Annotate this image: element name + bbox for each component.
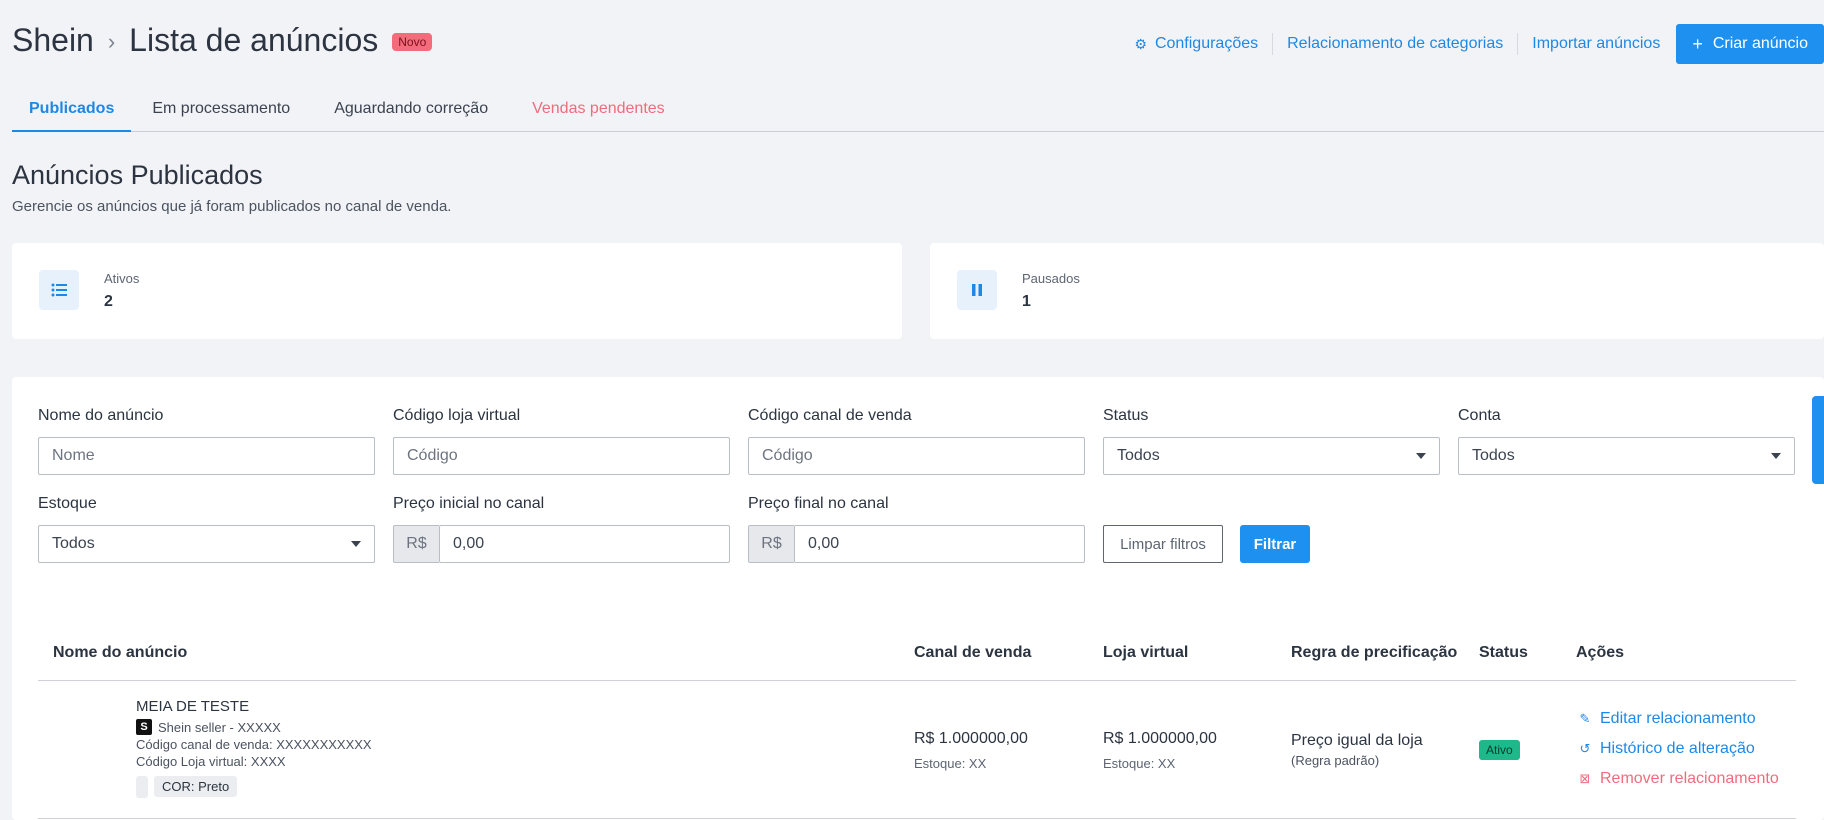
channel-price-cell: R$ 1.000000,00 Estoque: XX: [914, 730, 1028, 771]
chevron-down-icon: [1771, 453, 1781, 459]
clear-filters-button[interactable]: Limpar filtros: [1103, 525, 1223, 563]
gear-icon: ⚙: [1134, 35, 1147, 52]
status-cell: Ativo: [1479, 740, 1520, 760]
category-relation-label: Relacionamento de categorias: [1287, 35, 1504, 52]
import-label: Importar anúncios: [1532, 35, 1661, 52]
table-row-product: MEIA DE TESTE S Shein seller - XXXXX Cód…: [136, 698, 372, 798]
account-select[interactable]: Todos: [1458, 437, 1795, 475]
price-min-input[interactable]: 0,00: [439, 525, 730, 563]
stat-card-paused: Pausados 1: [930, 243, 1824, 339]
pricing-rule-note: (Regra padrão): [1291, 753, 1380, 768]
create-ad-label: Criar anúncio: [1712, 35, 1808, 52]
section-title: Anúncios Publicados: [12, 160, 263, 190]
remove-relation-action[interactable]: ⊠ Remover relacionamento: [1578, 764, 1779, 794]
tab-aguardando-correcao[interactable]: Aguardando correção: [317, 92, 505, 132]
settings-link[interactable]: ⚙ Configurações: [1120, 33, 1274, 55]
tab-vendas-pendentes[interactable]: Vendas pendentes: [515, 92, 682, 132]
stat-value: 1: [1022, 293, 1031, 310]
edit-relation-label: Editar relacionamento: [1600, 710, 1756, 727]
currency-prefix: R$: [748, 525, 794, 563]
chevron-down-icon: [351, 541, 361, 547]
store-code-input[interactable]: Código: [393, 437, 730, 475]
pause-icon: [957, 270, 997, 310]
store-price: R$ 1.000000,00: [1103, 730, 1217, 747]
history-action[interactable]: ↺ Histórico de alteração: [1578, 734, 1779, 764]
create-ad-button[interactable]: + Criar anúncio: [1676, 24, 1824, 64]
column-header-actions: Ações: [1576, 644, 1625, 661]
breadcrumb-separator: ›: [107, 29, 116, 54]
column-header-store: Loja virtual: [1103, 644, 1189, 661]
seller-line: S Shein seller - XXXXX: [136, 719, 372, 735]
edit-icon: ✎: [1579, 711, 1591, 726]
stat-card-active: Ativos 2: [12, 243, 902, 339]
seller-badge: S: [136, 719, 152, 735]
breadcrumb-root[interactable]: Shein: [12, 22, 94, 59]
filter-price-max-label: Preço final no canal: [748, 495, 889, 512]
unlink-icon: ⊠: [1579, 771, 1591, 786]
channel-price: R$ 1.000000,00: [914, 730, 1028, 747]
pricing-rule-cell: Preço igual da loja (Regra padrão): [1291, 732, 1423, 768]
store-price-cell: R$ 1.000000,00 Estoque: XX: [1103, 730, 1217, 771]
store-code: Código Loja virtual: XXXX: [136, 754, 286, 769]
import-link[interactable]: Importar anúncios: [1518, 33, 1674, 55]
page-title: Lista de anúncios: [129, 21, 379, 58]
filter-price-min-label: Preço inicial no canal: [393, 495, 545, 512]
category-relation-link[interactable]: Relacionamento de categorias: [1273, 33, 1519, 55]
filter-channel-code-label: Código canal de venda: [748, 407, 912, 424]
stat-label: Ativos: [104, 271, 140, 286]
channel-code-input[interactable]: Código: [748, 437, 1085, 475]
price-max-input[interactable]: 0,00: [794, 525, 1085, 563]
column-header-status: Status: [1479, 644, 1528, 661]
stat-value: 2: [104, 293, 113, 310]
product-name: MEIA DE TESTE: [136, 698, 250, 715]
channel-code: Código canal de venda: XXXXXXXXXXX: [136, 737, 372, 752]
tab-bar: Publicados Em processamento Aguardando c…: [12, 92, 1824, 132]
variant-chips: COR: Preto: [136, 776, 372, 798]
tab-em-processamento[interactable]: Em processamento: [135, 92, 307, 132]
channel-stock: Estoque: XX: [914, 756, 987, 771]
history-icon: ↺: [1579, 741, 1591, 756]
chevron-down-icon: [1416, 453, 1426, 459]
column-header-name: Nome do anúncio: [53, 644, 188, 661]
settings-label: Configurações: [1154, 35, 1259, 52]
filter-stock-label: Estoque: [38, 495, 97, 512]
edit-relation-action[interactable]: ✎ Editar relacionamento: [1578, 704, 1779, 734]
tab-publicados[interactable]: Publicados: [12, 92, 132, 132]
table-divider: [38, 818, 1796, 819]
store-stock: Estoque: XX: [1103, 756, 1176, 771]
variant-chip: COR: Preto: [154, 776, 238, 798]
remove-relation-label: Remover relacionamento: [1600, 770, 1779, 787]
name-input[interactable]: Nome: [38, 437, 375, 475]
scrollbar-handle[interactable]: [1812, 396, 1824, 484]
variant-chip-empty: [136, 776, 148, 798]
filter-name-label: Nome do anúncio: [38, 407, 164, 424]
filter-button[interactable]: Filtrar: [1240, 525, 1310, 563]
plus-icon: +: [1692, 33, 1703, 54]
seller-name: Shein seller - XXXXX: [158, 719, 281, 735]
pricing-rule: Preço igual da loja: [1291, 732, 1423, 749]
stat-label: Pausados: [1022, 271, 1080, 286]
filter-status-label: Status: [1103, 407, 1149, 424]
column-header-pricing-rule: Regra de precificação: [1291, 644, 1458, 661]
stock-select[interactable]: Todos: [38, 525, 375, 563]
filter-account-label: Conta: [1458, 407, 1501, 424]
status-select-value: Todos: [1117, 447, 1160, 464]
list-icon: [39, 270, 79, 310]
status-select[interactable]: Todos: [1103, 437, 1440, 475]
header-actions: ⚙ Configurações Relacionamento de catego…: [1120, 24, 1824, 64]
column-header-channel: Canal de venda: [914, 644, 1032, 661]
history-label: Histórico de alteração: [1600, 740, 1755, 757]
section-subtitle: Gerencie os anúncios que já foram public…: [12, 198, 452, 215]
table-divider: [38, 680, 1796, 681]
actions-cell: ✎ Editar relacionamento ↺ Histórico de a…: [1578, 704, 1779, 794]
new-badge: Novo: [392, 33, 433, 51]
filter-store-code-label: Código loja virtual: [393, 407, 521, 424]
currency-prefix: R$: [393, 525, 439, 563]
stock-select-value: Todos: [52, 535, 95, 552]
status-badge: Ativo: [1479, 740, 1520, 760]
account-select-value: Todos: [1472, 447, 1515, 464]
